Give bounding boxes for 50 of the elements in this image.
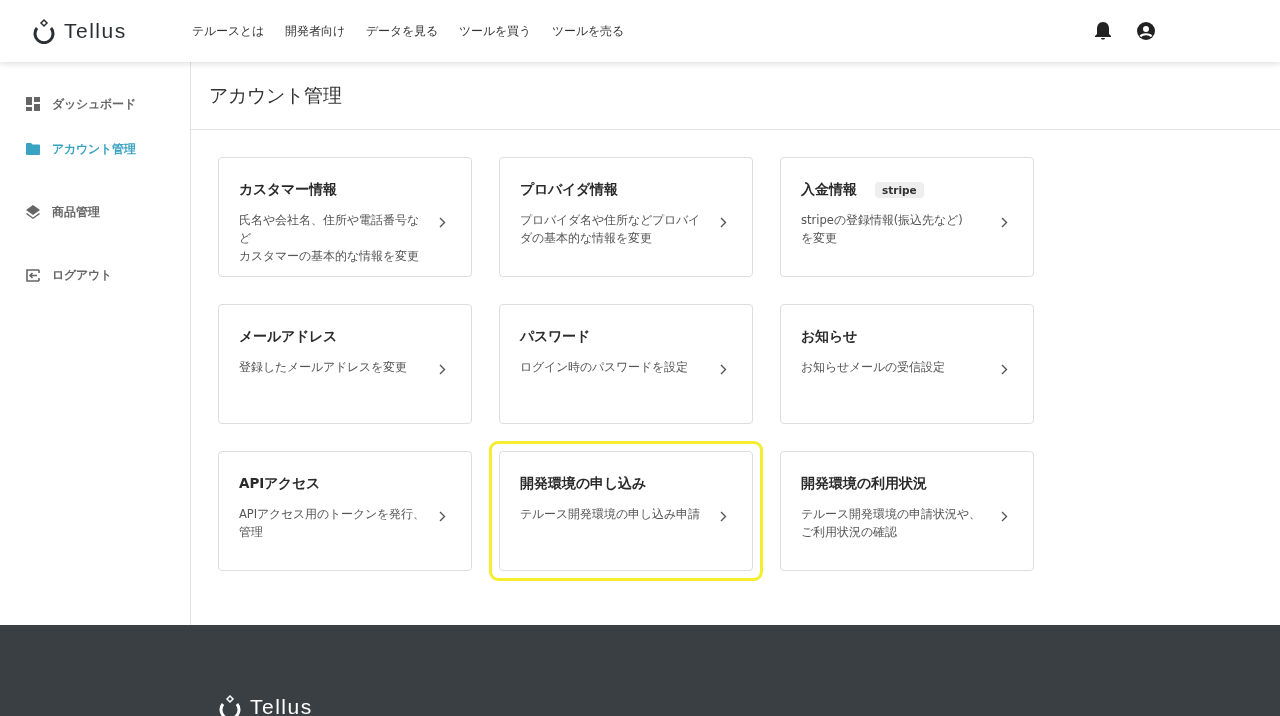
card-description: お知らせメールの受信設定 <box>801 359 946 376</box>
card-title: メールアドレス <box>239 328 337 346</box>
logout-icon <box>26 268 40 282</box>
card-title: 開発環境の申し込み <box>520 475 646 493</box>
card-description: 氏名や会社名、住所や電話番号など <box>239 212 420 247</box>
card-title: プロバイダ情報 <box>520 181 618 199</box>
card-description: プロバイダ名や住所などプロバイダの基本的な情報を変更 <box>520 212 701 247</box>
card-description: テルース開発環境の申請状況や、ご利用状況の確認 <box>801 506 982 541</box>
chevron-right-icon <box>720 511 727 522</box>
card-title: 開発環境の利用状況 <box>801 475 927 493</box>
chevron-right-icon <box>439 217 446 228</box>
sidebar-item[interactable]: ログアウト <box>0 265 190 285</box>
chevron-right-icon <box>1001 511 1008 522</box>
card-title: 入金情報 <box>801 181 857 199</box>
nav-link[interactable]: データを見る <box>366 22 438 40</box>
sidebar-item[interactable]: 商品管理 <box>0 202 190 222</box>
settings-card[interactable]: 開発環境の申し込み テルース開発環境の申し込み申請 <box>489 441 763 581</box>
bell-icon[interactable] <box>1094 21 1112 41</box>
badge: stripe <box>875 182 924 198</box>
chevron-right-icon <box>439 511 446 522</box>
account-icon[interactable] <box>1136 21 1156 41</box>
logo-icon <box>32 18 56 44</box>
logo-icon <box>218 694 242 716</box>
logo-text[interactable]: Tellus <box>64 19 127 43</box>
dashboard-icon <box>26 97 40 111</box>
card-description: stripeの登録情報(振込先など) <box>801 212 964 229</box>
card-description: を変更 <box>801 230 838 247</box>
page-title: アカウント管理 <box>191 62 1280 130</box>
card-description: ログイン時のパスワードを設定 <box>520 359 689 376</box>
layers-icon <box>26 205 40 219</box>
card-description: カスタマーの基本的な情報を変更 <box>239 248 420 265</box>
nav-link[interactable]: ツールを買う <box>459 22 531 40</box>
card-description: テルース開発環境の申し込み申請 <box>520 506 701 523</box>
folder-icon <box>26 143 40 155</box>
sidebar-item[interactable]: ダッシュボード <box>0 94 190 114</box>
chevron-right-icon <box>439 364 446 375</box>
chevron-right-icon <box>1001 217 1008 228</box>
chevron-right-icon <box>720 364 727 375</box>
card-title: APIアクセス <box>239 475 321 493</box>
nav-link[interactable]: テルースとは <box>192 22 264 40</box>
nav-link[interactable]: ツールを売る <box>552 22 624 40</box>
nav-link[interactable]: 開発者向け <box>285 22 345 40</box>
card-description: 登録したメールアドレスを変更 <box>239 359 408 376</box>
card-title: パスワード <box>520 328 590 346</box>
card-description: APIアクセス用のトークンを発行、管理 <box>239 506 427 541</box>
card-title: お知らせ <box>801 328 857 346</box>
chevron-right-icon <box>1001 364 1008 375</box>
card-title: カスタマー情報 <box>239 181 337 199</box>
chevron-right-icon <box>720 217 727 228</box>
logo-text[interactable]: Tellus <box>250 695 313 716</box>
